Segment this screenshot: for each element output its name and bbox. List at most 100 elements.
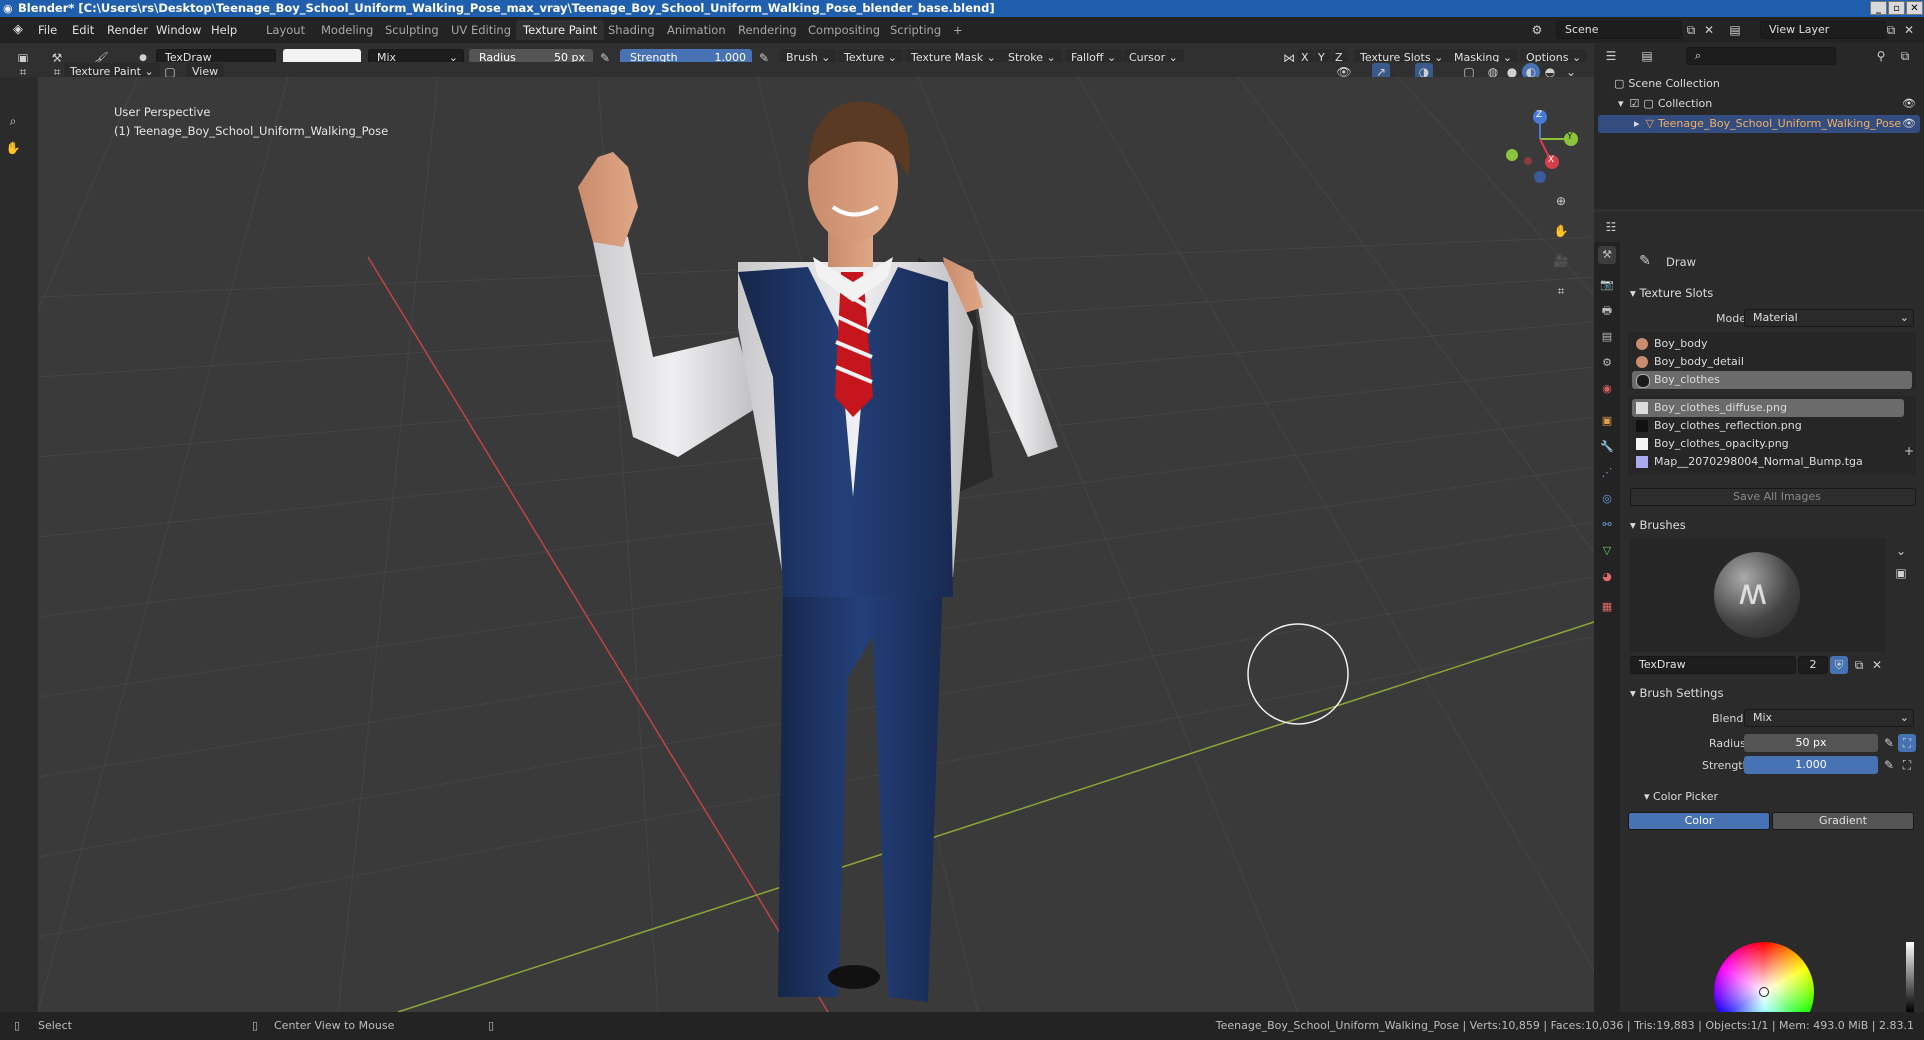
slot-mode-dropdown[interactable]: Material ⌄ [1744,309,1914,327]
3d-viewport[interactable]: Z Y X ⊕ ✋ 🎥 ⌗ User Perspective (1) Teena… [38,77,1594,1012]
close-button[interactable]: ✕ [1906,1,1923,15]
tab-rendering[interactable]: Rendering [731,20,804,40]
output-tab-icon[interactable]: 🖶 [1598,302,1616,320]
data-tab-icon[interactable]: ▽ [1598,542,1616,560]
object-tab-icon[interactable]: ▣ [1598,412,1616,430]
brush-users-count[interactable]: 2 [1798,656,1828,674]
chevron-down-icon[interactable]: ⌄ [1892,542,1910,560]
render-tab-icon[interactable]: 📷 [1598,276,1616,294]
outliner-search-input[interactable]: ⌕ [1686,47,1836,65]
image-name: Boy_clothes_opacity.png [1654,437,1789,450]
eye-icon[interactable]: 👁 [1902,115,1916,133]
list-item-selected[interactable]: Boy_clothes_diffuse.png [1632,399,1904,417]
brush-datablock-name[interactable]: TexDraw [1630,656,1796,674]
menu-render[interactable]: Render [107,23,148,37]
gizmo-x-label[interactable]: X [1548,155,1554,165]
outliner-object-row[interactable]: ▸ ▽ Teenage_Boy_School_Uniform_Walking_Pos… [1598,115,1920,133]
outliner-scene-collection[interactable]: ▢ Scene Collection [1614,75,1914,93]
brush-preview[interactable]: ʍ [1630,538,1886,652]
perspective-grid-icon[interactable]: ⌗ [1552,282,1570,300]
tab-scripting[interactable]: Scripting [883,20,948,40]
zoom-icon[interactable]: ⊕ [1552,192,1570,210]
add-slot-icon[interactable]: + [1900,442,1918,460]
list-item[interactable]: Map__2070298004_Normal_Bump.tga [1632,453,1904,471]
scene-selector[interactable]: Scene [1556,21,1682,39]
strength-slider[interactable]: 1.000 [1744,756,1878,774]
image-name: Boy_clothes_diffuse.png [1654,401,1787,414]
save-all-images-button[interactable]: Save All Images [1630,488,1916,506]
menu-help[interactable]: Help [211,23,237,37]
expand-icon[interactable]: ▸ [1634,117,1640,130]
camera-icon[interactable]: 🎥 [1552,252,1570,270]
properties-editor-icon[interactable]: ☷ [1602,218,1620,236]
menu-window[interactable]: Window [156,23,201,37]
add-workspace-button[interactable]: + [946,20,970,40]
texture-slots-header[interactable]: ▾ Texture Slots [1630,286,1713,300]
brushes-header[interactable]: ▾ Brushes [1630,518,1686,532]
scene-tab-icon[interactable]: ⚙ [1598,354,1616,372]
texture-tab-icon[interactable]: ▦ [1598,598,1616,616]
tool-tab-icon[interactable]: ⚒ [1598,246,1616,264]
pressure-icon[interactable]: ✎ [1880,756,1898,774]
pressure-icon[interactable]: ✎ [1880,734,1898,752]
tab-sculpting[interactable]: Sculpting [378,20,446,40]
new-view-layer-icon[interactable]: ⧉ [1882,21,1900,39]
fake-user-shield-icon[interactable]: ⛨ [1830,656,1848,674]
list-item[interactable]: Boy_body_detail [1632,353,1912,371]
remove-scene-icon[interactable]: ✕ [1700,21,1718,39]
image-list: Boy_clothes_diffuse.png Boy_clothes_refl… [1628,396,1916,474]
blend-dropdown[interactable]: Mix ⌄ [1744,709,1914,727]
blender-menu-icon[interactable]: ◈ [13,22,23,37]
list-item[interactable]: Boy_clothes_reflection.png [1632,417,1904,435]
pan-hand-icon[interactable]: ✋ [1552,222,1570,240]
radius-unit-icon[interactable]: ⛶ [1898,734,1916,752]
brush-image-icon[interactable]: ▣ [1892,564,1910,582]
list-item[interactable]: Boy_body [1632,335,1912,353]
checkbox-icon[interactable]: ☑ [1630,97,1640,110]
list-item[interactable]: Boy_clothes_opacity.png [1632,435,1904,453]
outliner-collection[interactable]: ▾ ☑ ▢ Collection 👁 [1618,95,1918,113]
particles-tab-icon[interactable]: ⋰ [1598,464,1616,482]
outliner-editor-icon[interactable]: ☰ [1602,47,1620,65]
gizmo-z-label[interactable]: Z [1536,110,1542,120]
tab-modeling[interactable]: Modeling [314,20,380,40]
view-layer-tab-icon[interactable]: ▤ [1598,328,1616,346]
gizmo-y-label[interactable]: Y [1567,132,1573,142]
filter-icon[interactable]: ⚲ [1872,47,1890,65]
color-picker-header[interactable]: ▾ Color Picker [1644,790,1718,803]
list-item-selected[interactable]: Boy_clothes [1632,371,1912,389]
tab-animation[interactable]: Animation [660,20,733,40]
hand-icon[interactable]: ✋ [4,139,22,157]
view-layer-selector[interactable]: View Layer [1760,21,1886,39]
tab-shading[interactable]: Shading [601,20,662,40]
value-slider[interactable] [1906,942,1914,1012]
color-tab[interactable]: Color [1628,812,1770,830]
constraints-tab-icon[interactable]: ⚯ [1598,516,1616,534]
tab-texture-paint[interactable]: Texture Paint [516,20,605,40]
menu-edit[interactable]: Edit [72,23,94,37]
tab-layout[interactable]: Layout [259,20,312,40]
world-tab-icon[interactable]: ◉ [1598,380,1616,398]
new-scene-icon[interactable]: ⧉ [1682,21,1700,39]
menu-file[interactable]: File [38,23,57,37]
gradient-tab[interactable]: Gradient [1772,812,1914,830]
magnify-icon[interactable]: ⌕ [4,112,22,130]
material-tab-icon[interactable]: ◕ [1598,568,1616,586]
duplicate-icon[interactable]: ⧉ [1850,656,1868,674]
physics-tab-icon[interactable]: ◎ [1598,490,1616,508]
strength-unit-icon[interactable]: ⛶ [1898,756,1916,774]
tab-uv-editing[interactable]: UV Editing [444,20,518,40]
new-collection-icon[interactable]: ⧉ [1896,47,1914,65]
brush-settings-header[interactable]: ▾ Brush Settings [1630,686,1723,700]
modifier-tab-icon[interactable]: 🔧 [1598,438,1616,456]
maximize-button[interactable]: ▫ [1888,1,1905,15]
display-mode-icon[interactable]: ▤ [1638,47,1656,65]
radius-slider[interactable]: 50 px [1744,734,1878,752]
tab-compositing[interactable]: Compositing [801,20,887,40]
remove-view-layer-icon[interactable]: ✕ [1900,21,1918,39]
minimize-button[interactable]: _ [1870,1,1887,15]
expand-icon[interactable]: ▾ [1618,97,1624,110]
color-picker-handle[interactable] [1759,987,1769,997]
unlink-icon[interactable]: ✕ [1868,656,1886,674]
eye-icon[interactable]: 👁 [1902,95,1916,113]
